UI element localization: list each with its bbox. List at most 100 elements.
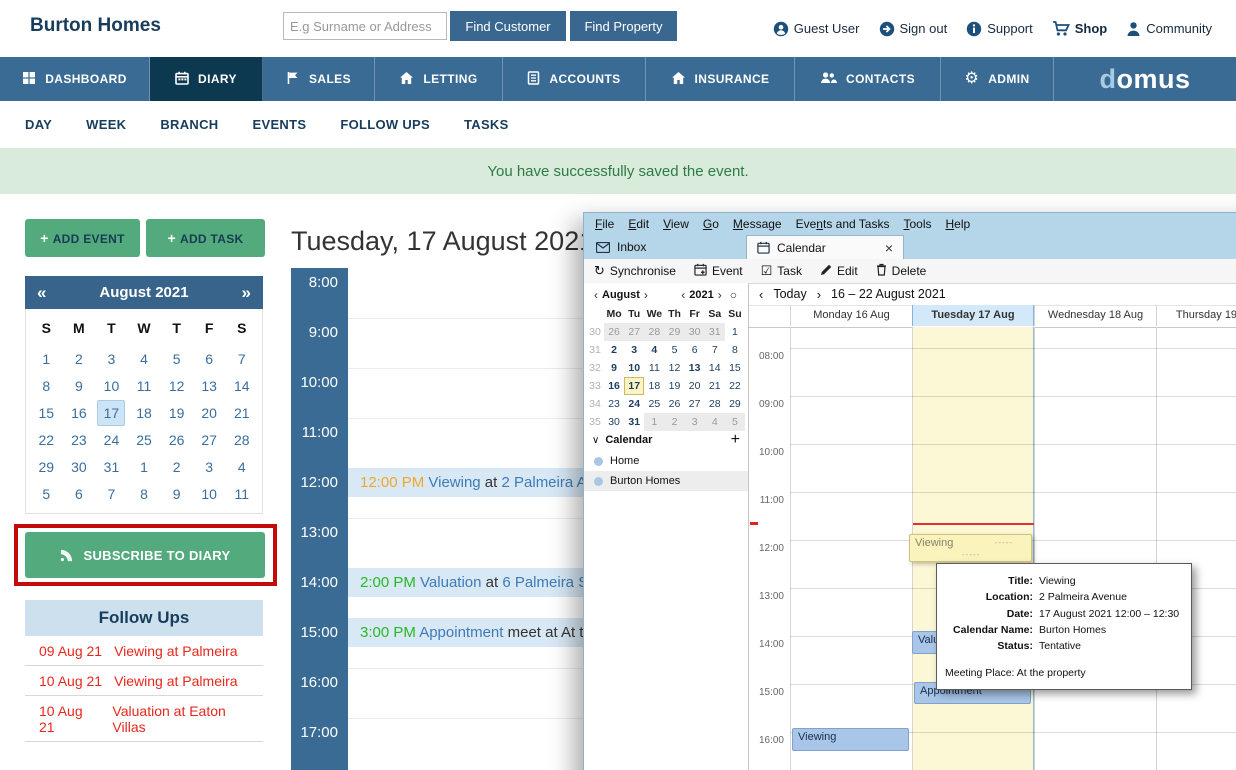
tb-mini-calendar-day[interactable]: 7 <box>705 341 725 359</box>
mini-calendar-day[interactable]: 14 <box>225 378 258 394</box>
menu-edit[interactable]: Edit <box>621 217 656 231</box>
mini-calendar-day[interactable]: 29 <box>30 459 63 475</box>
mini-calendar-day[interactable]: 16 <box>63 405 96 421</box>
follow-up-item[interactable]: 09 Aug 21Viewing at Palmeira <box>25 636 263 666</box>
today-button[interactable]: Today <box>773 287 806 301</box>
mini-calendar-day[interactable]: 23 <box>63 432 96 448</box>
nav-tab-insurance[interactable]: INSURANCE <box>646 57 795 101</box>
mini-calendar-day[interactable]: 7 <box>95 486 128 502</box>
tb-mini-calendar-day[interactable]: 31 <box>705 323 725 341</box>
mini-calendar-day[interactable]: 2 <box>63 351 96 367</box>
tb-mini-calendar-day[interactable]: 2 <box>604 341 624 359</box>
search-input[interactable] <box>283 12 447 40</box>
day-column-header[interactable]: Monday 16 Aug <box>790 305 912 326</box>
tb-mini-calendar-day[interactable]: 6 <box>685 341 705 359</box>
tb-mini-calendar-day[interactable]: 5 <box>664 341 684 359</box>
mini-calendar-day[interactable]: 2 <box>160 459 193 475</box>
nav-tab-contacts[interactable]: CONTACTS <box>795 57 941 101</box>
mini-calendar-day[interactable]: 3 <box>193 459 226 475</box>
mini-calendar-day[interactable]: 5 <box>160 351 193 367</box>
top-link-support[interactable]: Support <box>966 21 1033 37</box>
tab-calendar[interactable]: Calendar × <box>746 235 904 259</box>
mini-calendar-day[interactable]: 6 <box>193 351 226 367</box>
mini-calendar-day[interactable]: 22 <box>30 432 63 448</box>
mini-calendar-day[interactable]: 9 <box>160 486 193 502</box>
toolbar-delete-button[interactable]: Delete <box>876 263 927 279</box>
tb-mini-calendar-day[interactable]: 18 <box>644 377 664 395</box>
tb-mini-calendar-day[interactable]: 15 <box>725 359 745 377</box>
follow-up-item[interactable]: 10 Aug 21Valuation at Eaton Villas <box>25 696 263 742</box>
tb-mini-calendar-day[interactable]: 13 <box>685 359 705 377</box>
mini-calendar-day[interactable]: 1 <box>30 351 63 367</box>
toolbar-task-button[interactable]: ☑Task <box>761 263 802 279</box>
close-tab-icon[interactable]: × <box>885 240 893 256</box>
subnav-item-tasks[interactable]: TASKS <box>464 117 509 132</box>
mini-calendar-day[interactable]: 19 <box>160 405 193 421</box>
tb-mini-calendar-day[interactable]: 1 <box>725 323 745 341</box>
top-link-community[interactable]: Community <box>1126 21 1212 37</box>
add-task-button[interactable]: +ADD TASK <box>146 219 265 257</box>
tb-mini-calendar-day[interactable]: 27 <box>685 395 705 413</box>
subnav-item-events[interactable]: EVENTS <box>253 117 307 132</box>
menu-tools[interactable]: Tools <box>896 217 938 231</box>
tb-event-viewing[interactable]: Viewing---------- <box>909 534 1032 562</box>
subnav-item-week[interactable]: WEEK <box>86 117 126 132</box>
tab-inbox[interactable]: Inbox <box>586 235 744 259</box>
tb-mini-calendar-day[interactable]: 11 <box>644 359 664 377</box>
subnav-item-branch[interactable]: BRANCH <box>160 117 218 132</box>
mini-calendar-day[interactable]: 10 <box>193 486 226 502</box>
mini-calendar-day[interactable]: 21 <box>225 405 258 421</box>
toolbar-synchronise-button[interactable]: ↻Synchronise <box>594 263 676 279</box>
add-event-button[interactable]: +ADD EVENT <box>25 219 140 257</box>
today-icon[interactable]: ○ <box>726 288 741 302</box>
mini-calendar-day[interactable]: 30 <box>63 459 96 475</box>
tb-mini-calendar-day[interactable]: 12 <box>664 359 684 377</box>
toolbar-event-button[interactable]: Event <box>694 263 743 279</box>
tb-mini-calendar-day[interactable]: 17 <box>624 377 644 395</box>
subscribe-to-diary-button[interactable]: SUBSCRIBE TO DIARY <box>25 532 265 578</box>
previous-week-icon[interactable]: ‹ <box>759 287 763 302</box>
mini-calendar-day[interactable]: 10 <box>95 378 128 394</box>
top-link-guest-user[interactable]: Guest User <box>773 21 860 37</box>
subnav-item-follow-ups[interactable]: FOLLOW UPS <box>340 117 430 132</box>
mini-calendar-day[interactable]: 25 <box>128 432 161 448</box>
tb-mini-calendar-day[interactable]: 23 <box>604 395 624 413</box>
mini-calendar-day[interactable]: 26 <box>160 432 193 448</box>
tb-mini-calendar-day[interactable]: 26 <box>604 323 624 341</box>
tb-mini-calendar-day[interactable]: 8 <box>725 341 745 359</box>
mini-calendar-day[interactable]: 28 <box>225 432 258 448</box>
subnav-item-day[interactable]: DAY <box>25 117 52 132</box>
find-customer-button[interactable]: Find Customer <box>450 11 566 41</box>
mini-calendar-day[interactable]: 6 <box>63 486 96 502</box>
mini-calendar-day[interactable]: 1 <box>128 459 161 475</box>
mini-calendar-day[interactable]: 24 <box>95 432 128 448</box>
next-month-icon[interactable]: › <box>640 288 652 302</box>
next-month-icon[interactable]: » <box>242 283 251 303</box>
mini-calendar-day[interactable]: 11 <box>225 486 258 502</box>
tb-event-viewing[interactable]: Viewing <box>792 728 909 751</box>
mini-calendar-day[interactable]: 5 <box>30 486 63 502</box>
nav-tab-accounts[interactable]: ACCOUNTS <box>503 57 646 101</box>
tb-mini-calendar-day[interactable]: 16 <box>604 377 624 395</box>
add-calendar-icon[interactable]: + <box>731 431 740 449</box>
top-link-sign-out[interactable]: Sign out <box>879 21 948 37</box>
mini-calendar-day[interactable]: 15 <box>30 405 63 421</box>
chevron-down-icon[interactable]: ∨ <box>592 435 599 446</box>
menu-help[interactable]: Help <box>938 217 977 231</box>
tb-mini-calendar-day[interactable]: 27 <box>624 323 644 341</box>
mini-calendar-day[interactable]: 4 <box>128 351 161 367</box>
menu-go[interactable]: Go <box>696 217 726 231</box>
tb-mini-calendar-day[interactable]: 20 <box>685 377 705 395</box>
tb-mini-calendar-day[interactable]: 26 <box>664 395 684 413</box>
tb-mini-calendar-day[interactable]: 29 <box>664 323 684 341</box>
day-column-header[interactable]: Thursday 19 Aug <box>1156 305 1236 326</box>
menu-message[interactable]: Message <box>726 217 789 231</box>
tb-mini-calendar-day[interactable]: 28 <box>705 395 725 413</box>
tb-mini-calendar-day[interactable]: 3 <box>624 341 644 359</box>
tb-mini-calendar-day[interactable]: 4 <box>644 341 664 359</box>
tb-mini-calendar-day[interactable]: 19 <box>664 377 684 395</box>
nav-tab-sales[interactable]: SALES <box>263 57 375 101</box>
nav-tab-admin[interactable]: ⚙ADMIN <box>941 57 1054 101</box>
previous-month-icon[interactable]: « <box>37 283 46 303</box>
tb-mini-calendar-day[interactable]: 14 <box>705 359 725 377</box>
